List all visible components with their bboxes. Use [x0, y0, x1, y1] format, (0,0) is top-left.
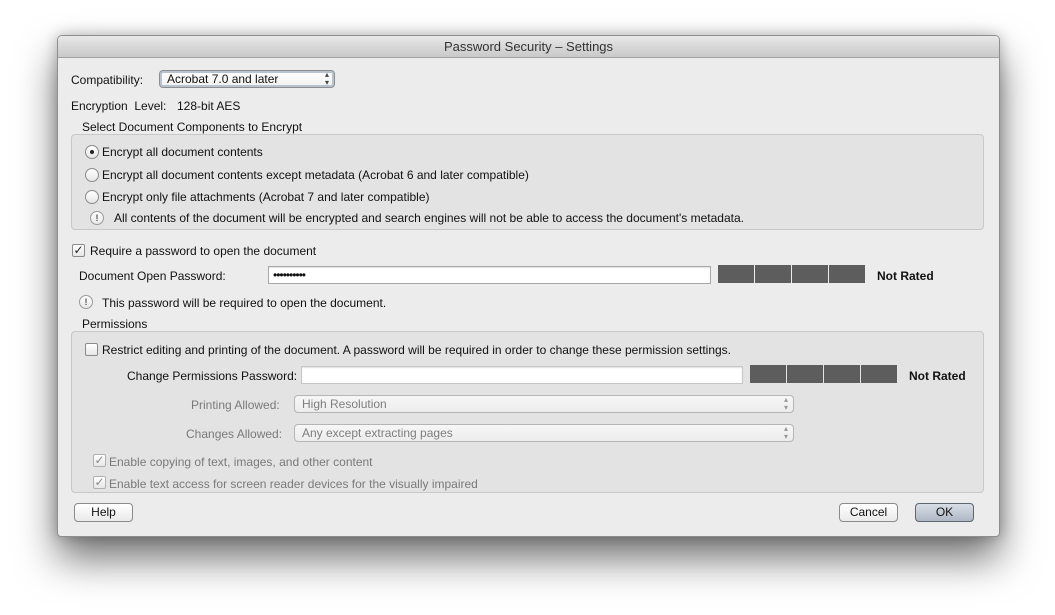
compatibility-value: Acrobat 7.0 and later: [167, 72, 279, 86]
enable-screen-reader-label[interactable]: Enable text access for screen reader dev…: [109, 477, 478, 491]
strength-segment: [792, 265, 828, 283]
components-group: Encrypt all document contents Encrypt al…: [71, 134, 984, 230]
permissions-password-strength-meter: [750, 365, 897, 383]
enable-screen-reader-checkbox[interactable]: ✓: [93, 476, 106, 489]
enable-copying-label[interactable]: Enable copying of text, images, and othe…: [109, 455, 373, 469]
popup-arrows-icon: ▴ ▾: [783, 424, 788, 441]
changes-allowed-value: Any except extracting pages: [302, 426, 453, 440]
encryption-level-label: Encryption Level:: [71, 99, 167, 113]
encryption-level-value: 128-bit AES: [177, 99, 241, 113]
password-security-dialog: Password Security – Settings Compatibili…: [57, 35, 1000, 537]
popup-arrows-icon: ▴ ▾: [324, 70, 329, 87]
changes-allowed-select[interactable]: Any except extracting pages ▴ ▾: [294, 424, 794, 442]
window-title: Password Security – Settings: [58, 36, 999, 58]
ok-button[interactable]: OK: [915, 503, 974, 522]
open-password-strength-meter: [718, 265, 865, 283]
compatibility-select[interactable]: Acrobat 7.0 and later ▴ ▾: [159, 70, 335, 88]
open-password-rating: Not Rated: [877, 269, 934, 283]
open-password-label: Document Open Password:: [79, 269, 226, 283]
radio-encrypt-all[interactable]: [85, 145, 99, 159]
require-open-password-label[interactable]: Require a password to open the document: [90, 244, 316, 258]
open-password-info-text: This password will be required to open t…: [102, 296, 387, 310]
compatibility-label: Compatibility:: [71, 73, 144, 87]
strength-segment: [861, 365, 897, 383]
changes-allowed-label: Changes Allowed:: [186, 427, 283, 441]
enable-copying-checkbox[interactable]: ✓: [93, 454, 106, 467]
info-icon: !: [79, 295, 93, 309]
printing-allowed-select[interactable]: High Resolution ▴ ▾: [294, 395, 794, 413]
open-password-input[interactable]: ••••••••••: [268, 266, 711, 284]
cancel-button[interactable]: Cancel: [839, 503, 898, 522]
strength-segment: [755, 265, 791, 283]
strength-segment: [750, 365, 786, 383]
permissions-group-title: Permissions: [82, 317, 148, 331]
restrict-editing-label[interactable]: Restrict editing and printing of the doc…: [102, 343, 731, 357]
components-info-text: All contents of the document will be enc…: [114, 211, 744, 225]
radio-encrypt-all-label[interactable]: Encrypt all document contents: [102, 145, 263, 159]
printing-allowed-value: High Resolution: [302, 397, 387, 411]
components-group-title: Select Document Components to Encrypt: [82, 120, 303, 134]
require-open-password-checkbox[interactable]: ✓: [72, 244, 85, 257]
strength-segment: [787, 365, 823, 383]
strength-segment: [824, 365, 860, 383]
printing-allowed-label: Printing Allowed:: [191, 398, 280, 412]
radio-encrypt-except-metadata-label[interactable]: Encrypt all document contents except met…: [102, 168, 529, 182]
permissions-password-input[interactable]: [301, 366, 743, 384]
popup-arrows-icon: ▴ ▾: [783, 395, 788, 412]
permissions-group: Restrict editing and printing of the doc…: [71, 331, 984, 493]
permissions-password-label: Change Permissions Password:: [127, 369, 298, 383]
restrict-editing-checkbox[interactable]: [85, 343, 98, 356]
help-button[interactable]: Help: [74, 503, 133, 522]
radio-encrypt-except-metadata[interactable]: [85, 168, 99, 182]
permissions-password-rating: Not Rated: [909, 369, 966, 383]
radio-encrypt-attachments-label[interactable]: Encrypt only file attachments (Acrobat 7…: [102, 190, 430, 204]
radio-encrypt-attachments[interactable]: [85, 190, 99, 204]
strength-segment: [718, 265, 754, 283]
strength-segment: [829, 265, 865, 283]
info-icon: !: [90, 211, 104, 225]
